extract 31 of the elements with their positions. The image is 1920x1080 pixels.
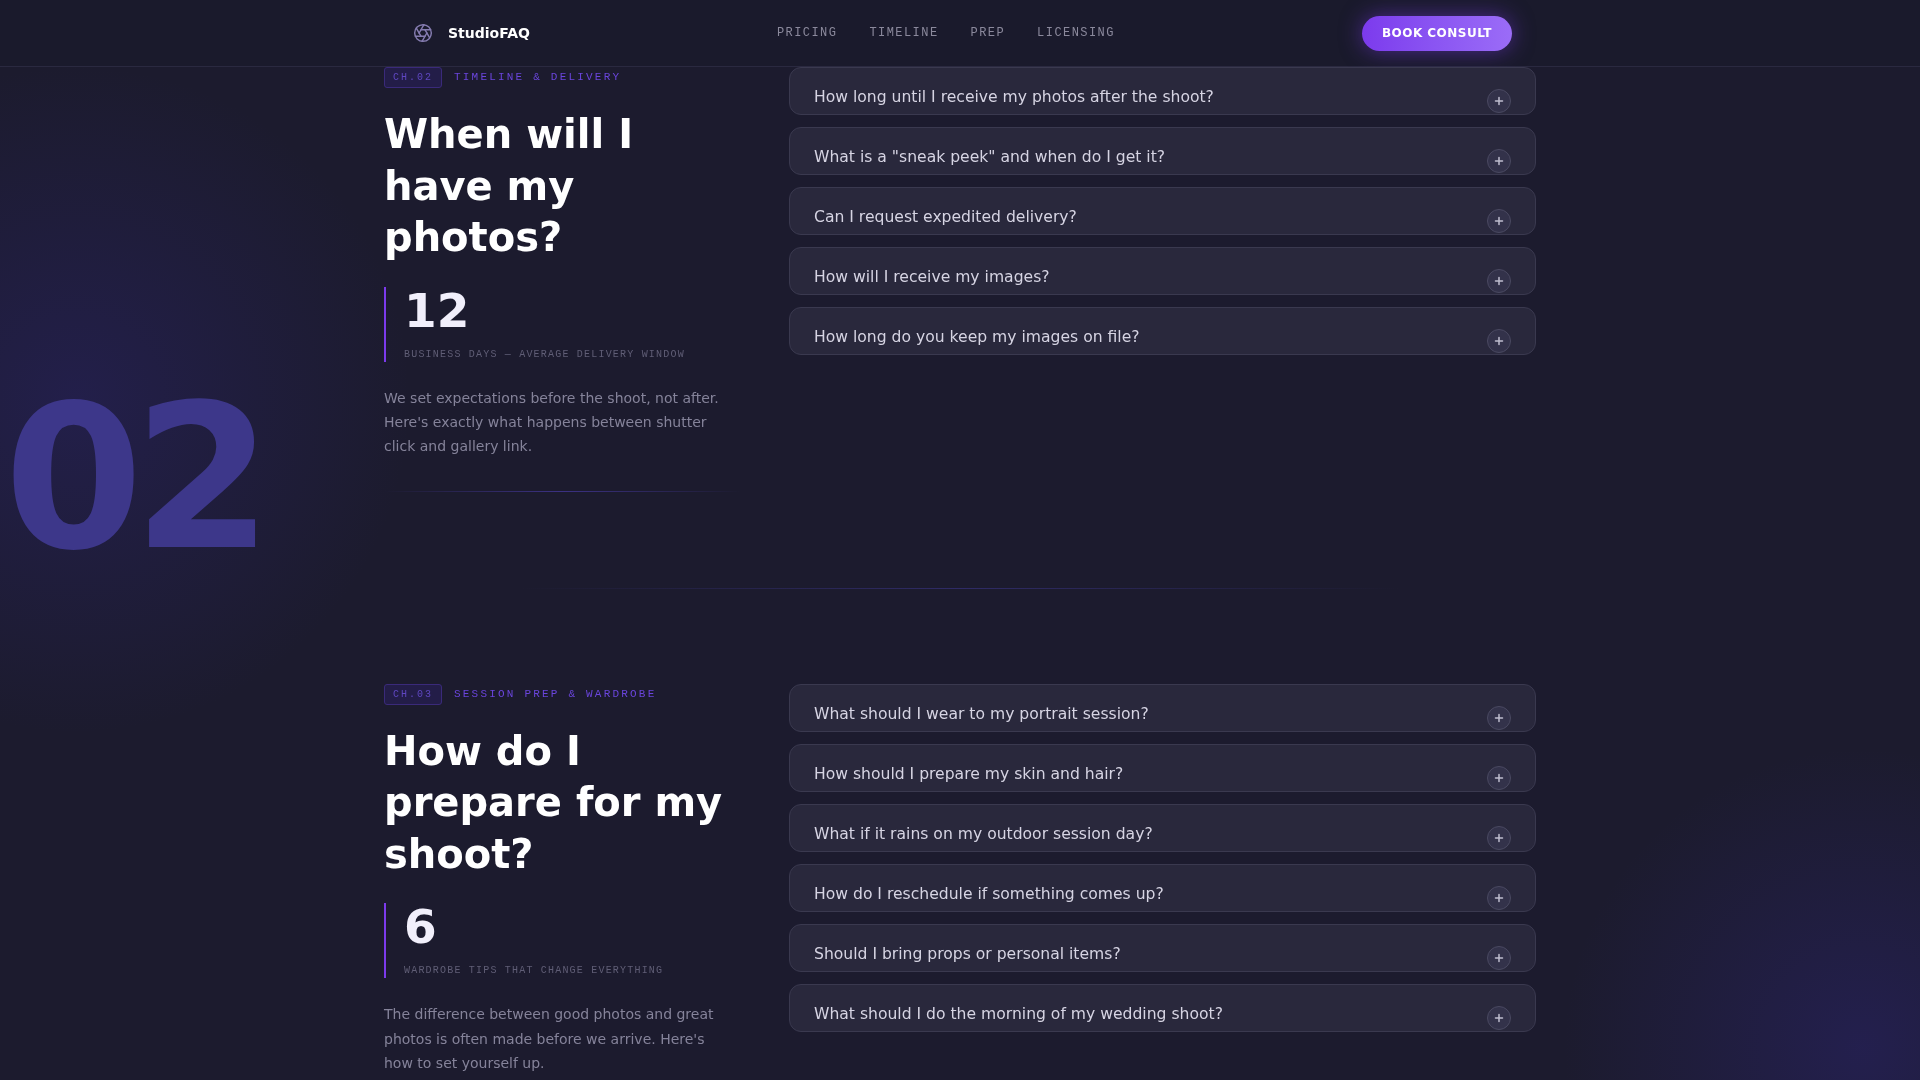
stat-label: WARDROBE TIPS THAT CHANGE EVERYTHING [404,964,664,979]
nav-link[interactable]: LICENSING [1037,24,1115,42]
book-consult-button[interactable]: BOOK CONSULT [1361,15,1512,51]
faq-question[interactable]: What should I wear to my portrait session? [789,683,1536,732]
faq-question[interactable]: How long until I receive my photos after the shoot? [789,67,1536,115]
faq-question[interactable]: Should I bring props or personal items? [789,923,1536,972]
chapter-badge: CH.02 [384,67,442,88]
stat-label: BUSINESS DAYS — AVERAGE DELIVERY WINDOW [404,347,685,362]
section-title: How do I prepare for my shoot? [384,726,724,879]
stat-number: 12 [404,286,471,334]
faq-question[interactable]: How long do you keep my images on file? [789,307,1536,355]
faq-question[interactable]: Can I request expedited delivery? [789,187,1536,235]
faq-question[interactable]: How will I receive my images? [789,247,1536,295]
aperture-icon [413,23,433,43]
section-intro: The difference between good photos and great photos is often made before we arrive. Here's how to set yourself up. [384,1005,715,1074]
section-eyebrow: TIMELINE & DELIVERY [454,70,622,85]
faq-question[interactable]: What should I do the morning of my wedding shoot? [789,983,1536,1032]
faq-question[interactable]: What if it rains on my outdoor session day? [789,803,1536,852]
faq-question[interactable]: What is a "sneak peek" and when do I get it? [789,127,1536,175]
section-intro: We set expectations before the shoot, not after. Here's exactly what happens between shutter click and gallery link. [384,388,720,457]
section-eyebrow: SESSION PREP & WARDROBE [454,686,657,702]
backdrop-number: 02 [3,378,264,578]
nav-link[interactable]: PREP [970,24,1006,42]
nav-link[interactable]: PRICING [776,24,838,42]
stat-number: 6 [404,903,438,951]
faq-question[interactable]: How do I reschedule if something comes up? [789,863,1536,912]
faq-question[interactable]: How should I prepare my skin and hair? [789,743,1536,792]
chapter-badge: CH.03 [384,683,442,705]
nav-link[interactable]: TIMELINE [869,24,939,42]
section-title: When will I have my photos? [384,110,635,262]
brand-name[interactable]: StudioFAQ [448,22,530,44]
